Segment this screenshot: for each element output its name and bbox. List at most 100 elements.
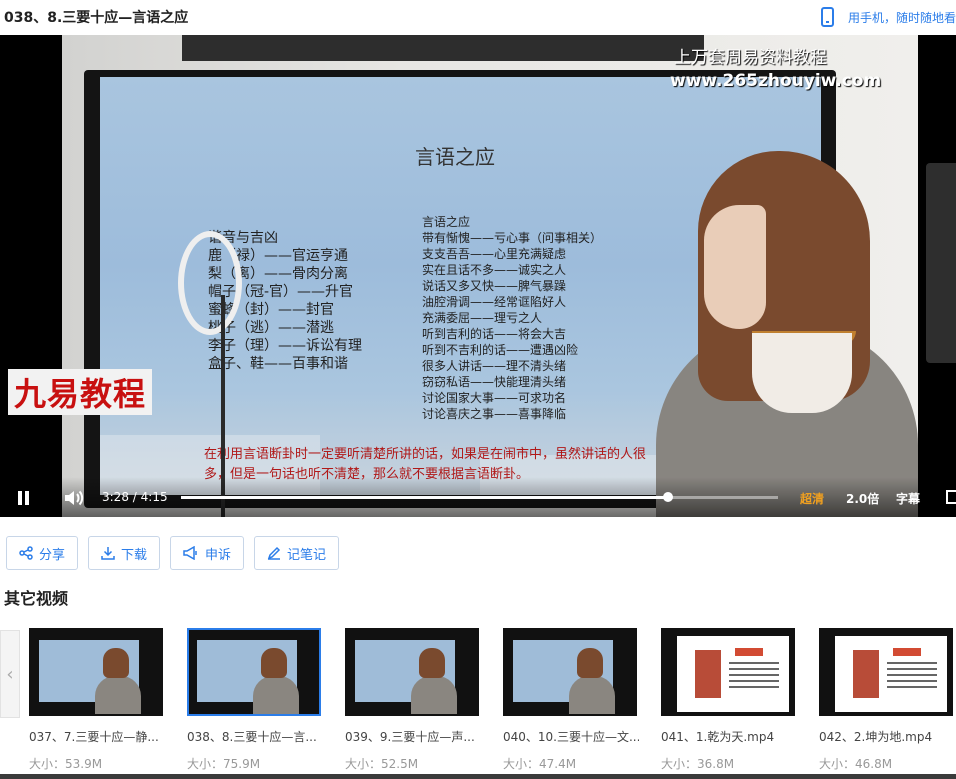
thumb-presenter-head [419,648,445,678]
side-panel-tab[interactable] [926,163,956,363]
share-label: 分享 [39,547,66,563]
download-button[interactable]: 下载 [88,536,161,570]
thumb-doc-text [729,662,779,690]
download-label: 下载 [121,547,148,563]
slide-right-line: 充满委屈——理亏之人 [422,311,543,325]
video-item-name: 040、10.三要十应—文... [503,730,639,744]
current-time: 3:28 [102,490,129,504]
video-item-size: 大小：53.9M [29,757,103,771]
thumb-doc-text [887,662,937,690]
thumb-presenter-body [411,676,457,714]
report-label: 申诉 [205,547,232,563]
video-list-item[interactable]: 037、7.三要十应—静... 大小：53.9M [29,628,165,772]
slide-right-line: 讨论喜庆之事——喜事降临 [422,407,567,421]
video-list-item[interactable]: 041、1.乾为天.mp4 大小：36.8M [661,628,797,772]
video-item-name: 038、8.三要十应—言... [187,730,317,744]
time-display: 3:28 / 4:15 [102,490,168,504]
slide-right-line: 说话又多又快——脾气暴躁 [422,279,567,293]
share-button[interactable]: 分享 [6,536,79,570]
megaphone-icon [183,546,197,560]
watermark-title: 上万套周易资料教程 [674,48,827,68]
fullscreen-icon[interactable] [946,490,956,504]
report-button[interactable]: 申诉 [170,536,245,570]
video-item-size: 大小：52.5M [345,757,419,771]
video-item-name: 041、1.乾为天.mp4 [661,730,775,744]
slide-right-line: 窃窃私语——快能理清头绪 [422,375,567,389]
action-bar: 分享 下载 申诉 记笔记 [6,536,340,570]
thumb-doc-picture [695,650,721,698]
thumb-presenter-head [577,648,603,678]
watch-on-mobile-label: 用手机，随时随地看 [847,10,956,25]
volume-icon[interactable] [64,489,84,507]
video-player[interactable]: 言语之应 谐音与吉凶 鹿（禄）——官运亨通 梨（离）——骨肉分离 帽子（冠-官）… [0,35,956,517]
other-videos-heading: 其它视频 [4,589,69,608]
video-item-name: 037、7.三要十应—静... [29,730,159,744]
page-header: 038、8.三要十应—言语之应 用手机，随时随地看 [0,0,956,34]
presenter-face [704,205,766,329]
video-item-size: 大小：46.8M [819,757,893,771]
thumb-document [835,636,947,712]
video-list-item[interactable]: 040、10.三要十应—文... 大小：47.4M [503,628,639,772]
chevron-left-icon: ‹ [6,663,14,685]
notes-label: 记笔记 [287,547,327,563]
player-controls: 3:28 / 4:15 超清 2.0倍 字幕 [0,477,956,517]
slide-right-line: 带有惭愧——亏心事（问事相关） [422,231,603,245]
pencil-icon [267,546,281,560]
duration: 4:15 [140,490,168,504]
slide-right-line: 听到吉利的话——将会大吉 [422,327,567,341]
download-icon [101,547,115,560]
video-thumbnail[interactable] [819,628,953,716]
pause-icon[interactable] [17,491,31,505]
slide-right-line: 听到不吉利的话——遭遇凶险 [422,343,579,357]
video-item-size: 大小：47.4M [503,757,577,771]
thumb-presenter-head [103,648,129,678]
bottom-strip [0,774,956,779]
thumb-presenter-head [261,648,287,678]
video-item-name: 042、2.坤为地.mp4 [819,730,933,744]
slide-right-line: 支支吾吾——心里充满疑虑 [422,247,567,261]
brand-overlay: 九易教程 [8,369,153,415]
slide-right-column: 言语之应 带有惭愧——亏心事（问事相关） 支支吾吾——心里充满疑虑 实在且话不多… [422,214,602,422]
quality-button[interactable]: 超清 [800,490,824,507]
slide-right-line: 实在且话不多——诚实之人 [422,263,567,277]
other-videos-carousel: ‹ 037、7.三要十应—静... 大小：53.9M 038、8.三要十应—言...… [0,628,956,779]
slide-title: 言语之应 [415,145,495,169]
share-icon [19,546,33,560]
slide-left-line: 李子（理）——诉讼有理 [208,338,362,354]
video-item-size: 大小：36.8M [661,757,735,771]
ring-light [178,231,242,335]
slide-left-line: 盒子、鞋——百事和谐 [208,356,348,372]
thumb-presenter-body [569,676,615,714]
subtitle-button[interactable]: 字幕 [896,490,920,507]
video-item-size: 大小：75.9M [187,757,261,771]
video-thumbnail[interactable] [661,628,795,716]
thumb-presenter-body [95,676,141,714]
time-separator: / [132,490,137,504]
video-thumbnail[interactable] [29,628,163,716]
thumb-presenter-body [253,676,299,714]
video-thumbnail[interactable] [345,628,479,716]
progress-bar[interactable] [181,492,778,502]
speed-button[interactable]: 2.0倍 [846,490,879,507]
carousel-prev-button[interactable]: ‹ [0,630,20,718]
slide-right-line: 讨论国家大事——可求功名 [422,391,567,405]
slide-right-line: 言语之应 [422,215,471,229]
video-list-item[interactable]: 042、2.坤为地.mp4 大小：46.8M [819,628,955,772]
video-title: 038、8.三要十应—言语之应 [4,10,189,26]
thumb-doc-heading [893,648,921,656]
video-item-name: 039、9.三要十应—声... [345,730,475,744]
notes-button[interactable]: 记笔记 [254,536,340,570]
phone-icon [820,7,834,27]
slide-right-line: 很多人讲话——理不清头绪 [422,359,567,373]
progress-handle[interactable] [663,492,674,502]
watermark-url: www.265zhouyiw.com [670,71,882,91]
slide-right-line: 油腔滑调——经常诓陷好人 [422,295,567,309]
video-list-item[interactable]: 038、8.三要十应—言... 大小：75.9M [187,628,323,772]
thumb-doc-picture [853,650,879,698]
thumb-document [677,636,789,712]
video-thumbnail[interactable] [503,628,637,716]
video-thumbnail[interactable] [187,628,321,716]
watch-on-mobile-link[interactable]: 用手机，随时随地看 [820,7,956,27]
video-list-item[interactable]: 039、9.三要十应—声... 大小：52.5M [345,628,481,772]
presenter-shirt [752,333,852,413]
